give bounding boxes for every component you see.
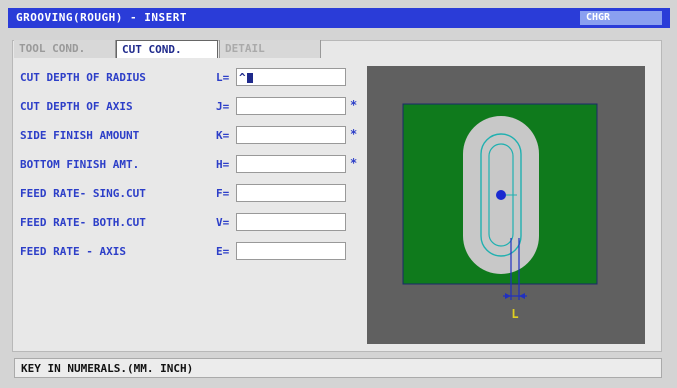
- title-bar: GROOVING(ROUGH) - INSERT CHGR: [8, 8, 670, 28]
- cut-depth-axis-input[interactable]: [236, 97, 346, 115]
- tab-detail[interactable]: DETAIL: [219, 40, 321, 58]
- field-code: K=: [216, 129, 230, 142]
- field-label: CUT DEPTH OF RADIUS: [20, 71, 146, 84]
- bottom-finish-input[interactable]: [236, 155, 346, 173]
- required-marker: *: [350, 98, 358, 112]
- field-label: CUT DEPTH OF AXIS: [20, 100, 133, 113]
- status-bar: KEY IN NUMERALS.(MM. INCH): [14, 358, 662, 378]
- field-code: J=: [216, 100, 230, 113]
- field-code: V=: [216, 216, 230, 229]
- field-label: FEED RATE - AXIS: [20, 245, 126, 258]
- cut-depth-radius-input[interactable]: ^: [236, 68, 346, 86]
- required-marker: *: [350, 156, 358, 170]
- field-label: FEED RATE- SING.CUT: [20, 187, 146, 200]
- cnc-screen: GROOVING(ROUGH) - INSERT CHGR TOOL COND.…: [0, 0, 677, 388]
- feed-rate-single-input[interactable]: [236, 184, 346, 202]
- field-code: E=: [216, 245, 230, 258]
- required-marker: *: [350, 127, 358, 141]
- window-title: GROOVING(ROUGH) - INSERT: [16, 11, 187, 24]
- feed-rate-both-input[interactable]: [236, 213, 346, 231]
- tab-cut-cond[interactable]: CUT COND.: [116, 40, 218, 58]
- mode-indicator: CHGR: [580, 11, 662, 25]
- tab-tool-cond[interactable]: TOOL COND.: [14, 40, 116, 58]
- field-value: ^: [239, 71, 246, 84]
- field-label: SIDE FINISH AMOUNT: [20, 129, 140, 142]
- text-cursor: [246, 73, 253, 83]
- side-finish-input[interactable]: [236, 126, 346, 144]
- field-label: FEED RATE- BOTH.CUT: [20, 216, 146, 229]
- grooving-diagram: L: [367, 66, 645, 344]
- dimension-label: L: [511, 307, 518, 321]
- field-code: F=: [216, 187, 230, 200]
- feed-rate-axis-input[interactable]: [236, 242, 346, 260]
- status-message: KEY IN NUMERALS.(MM. INCH): [21, 362, 194, 375]
- center-point-marker: [496, 190, 506, 200]
- field-code: H=: [216, 158, 230, 171]
- field-label: BOTTOM FINISH AMT.: [20, 158, 140, 171]
- field-code: L=: [216, 71, 230, 84]
